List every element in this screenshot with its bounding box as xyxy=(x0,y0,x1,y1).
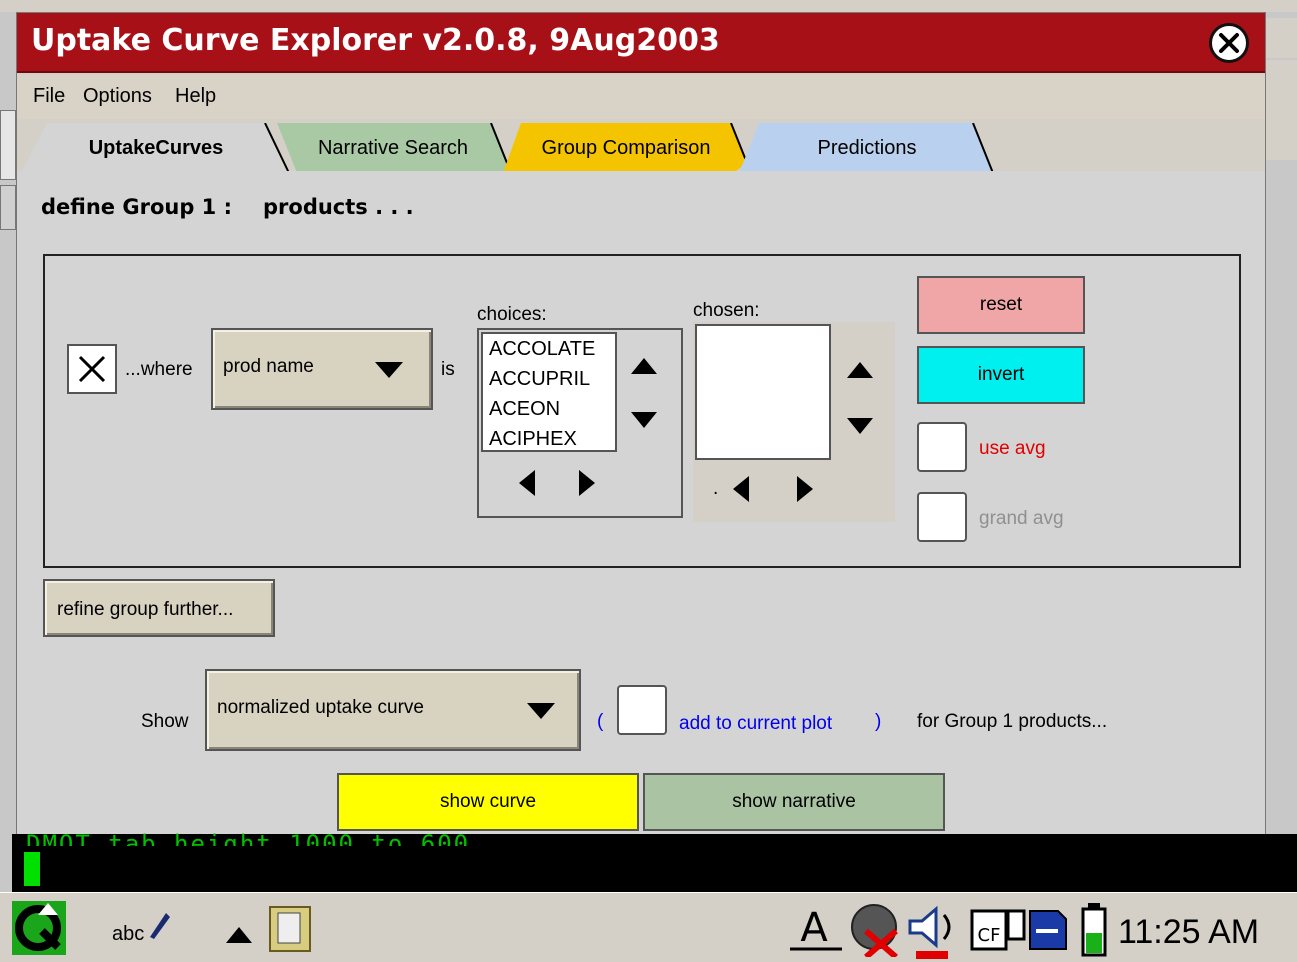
show-curve-button[interactable]: show curve xyxy=(337,773,639,831)
close-icon xyxy=(1219,33,1239,53)
field-dropdown-value: prod name xyxy=(223,356,314,377)
taskbar-clock[interactable]: 11:25 AM xyxy=(1118,913,1259,952)
reset-button[interactable]: reset xyxy=(917,276,1085,334)
choices-listbox[interactable]: ACCOLATE ACCUPRIL ACEON ACIPHEX xyxy=(481,332,617,452)
show-narrative-button[interactable]: show narrative xyxy=(643,773,945,831)
filter-enabled-checkbox[interactable] xyxy=(67,344,117,394)
svg-text:CF: CF xyxy=(978,925,1001,946)
add-to-plot-label: add to current plot xyxy=(679,713,833,734)
volume-muted-icon[interactable] xyxy=(906,903,962,959)
group-heading-prefix: define Group 1 : xyxy=(41,195,232,219)
background-window-edge xyxy=(1262,18,1297,58)
triangle-down-icon xyxy=(375,362,403,378)
taskbar: abc A CF 11:25 AM xyxy=(0,892,1297,962)
svg-text:A: A xyxy=(800,905,828,951)
background-window-edge xyxy=(1262,60,1297,160)
scroll-left-icon[interactable] xyxy=(519,470,535,496)
menu-help[interactable]: Help xyxy=(175,85,216,108)
battery-icon[interactable] xyxy=(1080,903,1108,959)
sd-card-icon[interactable] xyxy=(1028,909,1068,951)
choices-list-container: ACCOLATE ACCUPRIL ACEON ACIPHEX xyxy=(477,328,683,518)
for-group-label: for Group 1 products... xyxy=(917,711,1108,732)
tab-predictions[interactable]: Predictions xyxy=(739,123,995,173)
tab-group-comparison[interactable]: Group Comparison xyxy=(503,123,749,173)
scroll-down-icon[interactable] xyxy=(631,412,657,428)
paren-open: ( xyxy=(597,711,604,732)
background-window-edge xyxy=(0,185,16,230)
curve-type-dropdown[interactable]: normalized uptake curve xyxy=(205,669,581,751)
is-label: is xyxy=(441,359,455,380)
start-menu-icon[interactable] xyxy=(12,901,66,955)
field-dropdown[interactable]: prod name xyxy=(211,328,433,410)
tab-content-panel: define Group 1 : products . . . ...where… xyxy=(17,171,1265,835)
scroll-right-icon[interactable] xyxy=(797,476,813,502)
network-disconnected-icon[interactable] xyxy=(848,897,908,957)
scroll-down-icon[interactable] xyxy=(847,418,873,434)
title-bar: Uptake Curve Explorer v2.0.8, 9Aug2003 xyxy=(17,13,1265,73)
list-item[interactable]: ACCUPRIL xyxy=(483,364,615,394)
refine-group-label: refine group further... xyxy=(57,599,234,620)
choices-label: choices: xyxy=(477,304,547,325)
show-label: Show xyxy=(141,711,189,732)
chosen-label: chosen: xyxy=(693,300,760,321)
terminal-cursor xyxy=(24,852,40,886)
keyboard-label: abc xyxy=(112,923,145,945)
tab-label: Predictions xyxy=(817,136,917,159)
scroll-right-icon[interactable] xyxy=(579,470,595,496)
paren-close: ) xyxy=(875,711,882,732)
close-button[interactable] xyxy=(1209,23,1249,63)
list-item[interactable]: ACCOLATE xyxy=(483,334,615,364)
pen-icon[interactable] xyxy=(146,909,172,941)
list-item[interactable]: ACEON xyxy=(483,394,615,424)
add-to-plot-checkbox[interactable] xyxy=(617,685,667,735)
use-avg-label: use avg xyxy=(979,438,1046,459)
tab-label: UptakeCurves xyxy=(88,136,224,159)
chosen-dot: . xyxy=(713,478,719,499)
group-heading-suffix: products . . . xyxy=(263,195,414,219)
x-mark-icon xyxy=(78,355,106,383)
refine-group-button[interactable]: refine group further... xyxy=(43,579,275,637)
app-launcher-icon[interactable] xyxy=(266,905,318,953)
group-definition-box: ...where prod name is choices: ACCOLATE … xyxy=(43,254,1241,568)
chosen-list-container: . xyxy=(693,322,895,522)
app-window: Uptake Curve Explorer v2.0.8, 9Aug2003 F… xyxy=(16,12,1266,835)
background-desktop-strip xyxy=(0,0,1297,12)
scroll-left-icon[interactable] xyxy=(733,476,749,502)
list-item[interactable]: ACIPHEX xyxy=(483,424,615,454)
triangle-up-icon[interactable] xyxy=(226,927,252,943)
window-title: Uptake Curve Explorer v2.0.8, 9Aug2003 xyxy=(31,23,720,58)
grand-avg-checkbox[interactable] xyxy=(917,492,967,542)
background-window-edge xyxy=(0,110,16,180)
chosen-listbox[interactable] xyxy=(695,324,831,460)
console-text: DMOT tab height 1000 to 600 xyxy=(26,830,471,846)
tab-label: Group Comparison xyxy=(541,136,711,159)
grand-avg-label: grand avg xyxy=(979,508,1064,529)
where-label: ...where xyxy=(125,359,193,380)
menu-file[interactable]: File xyxy=(33,85,65,108)
tab-label: Narrative Search xyxy=(317,136,469,159)
invert-button[interactable]: invert xyxy=(917,346,1085,404)
menu-options[interactable]: Options xyxy=(83,85,152,108)
scroll-up-icon[interactable] xyxy=(847,362,873,378)
tab-uptake-curves[interactable]: UptakeCurves xyxy=(21,123,291,173)
use-avg-checkbox[interactable] xyxy=(917,422,967,472)
compact-flash-icon[interactable]: CF xyxy=(970,909,1026,953)
curve-type-value: normalized uptake curve xyxy=(217,697,424,718)
scroll-up-icon[interactable] xyxy=(631,358,657,374)
text-input-method-icon[interactable]: A xyxy=(790,901,842,955)
triangle-down-icon xyxy=(527,703,555,719)
tab-narrative-search[interactable]: Narrative Search xyxy=(277,123,509,173)
